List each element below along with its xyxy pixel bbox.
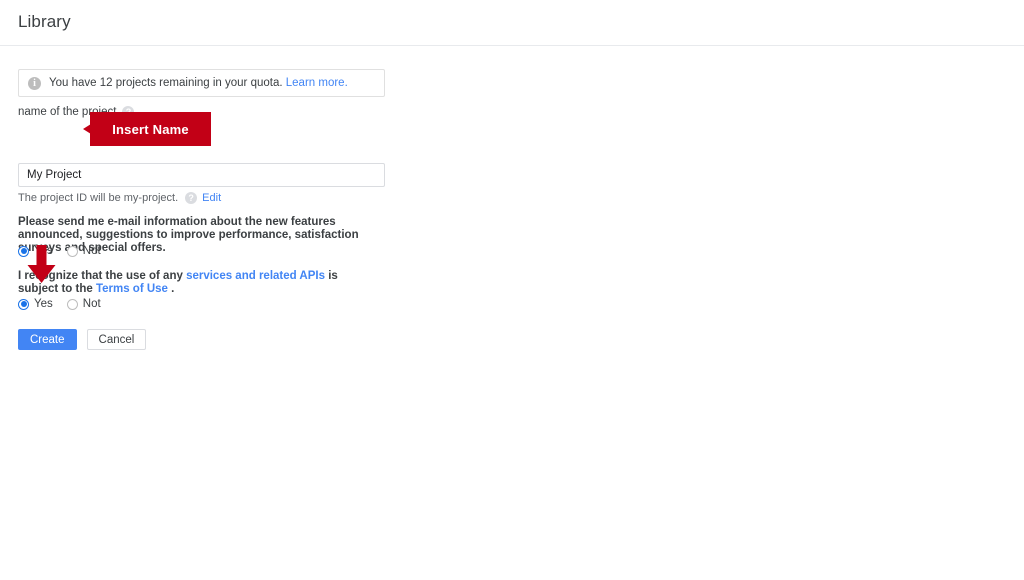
terms-radio-yes-icon[interactable] bbox=[18, 298, 29, 310]
project-id-hint: The project ID will be my-project. bbox=[18, 192, 179, 204]
radio-not-label: Not bbox=[82, 245, 101, 257]
email-consent-option-not[interactable]: Not bbox=[66, 245, 101, 257]
banner-text-wrap: You have 12 projects remaining in your q… bbox=[49, 77, 348, 89]
terms-radio-yes-label: Yes bbox=[34, 298, 53, 310]
terms-option-yes[interactable]: Yes bbox=[18, 298, 53, 310]
edit-project-id-link[interactable]: Edit bbox=[202, 192, 221, 204]
cancel-button[interactable]: Cancel bbox=[86, 329, 147, 350]
project-id-hint-row: The project ID will be my-project. ? Edi… bbox=[18, 192, 221, 204]
page-header: Library bbox=[0, 0, 1024, 46]
page-title: Library bbox=[18, 12, 71, 31]
form-actions: Create Cancel bbox=[18, 329, 147, 350]
terms-consent-radio-group: Yes Not bbox=[18, 298, 115, 310]
terms-option-not[interactable]: Not bbox=[66, 298, 101, 310]
services-apis-link[interactable]: services and related APIs bbox=[186, 270, 325, 282]
learn-more-link[interactable]: Learn more. bbox=[286, 77, 348, 89]
callout-label: Insert Name bbox=[112, 121, 189, 137]
down-arrow-annotation bbox=[27, 245, 56, 283]
terms-radio-not-icon[interactable] bbox=[66, 298, 78, 310]
terms-consent-text: I recognize that the use of any services… bbox=[18, 270, 375, 296]
terms-of-use-link[interactable]: Terms of Use bbox=[96, 283, 168, 295]
info-icon: i bbox=[28, 76, 41, 90]
project-id-help-icon[interactable]: ? bbox=[185, 192, 198, 204]
callout-tail bbox=[83, 124, 91, 134]
banner-message: You have 12 projects remaining in your q… bbox=[49, 77, 283, 89]
project-name-input[interactable] bbox=[18, 163, 385, 187]
radio-not-icon[interactable] bbox=[66, 245, 78, 257]
quota-info-banner: i You have 12 projects remaining in your… bbox=[18, 69, 385, 97]
insert-name-callout: Insert Name bbox=[83, 112, 211, 146]
terms-text-3: . bbox=[167, 283, 175, 295]
create-button[interactable]: Create bbox=[18, 329, 77, 350]
terms-radio-not-label: Not bbox=[82, 298, 101, 310]
